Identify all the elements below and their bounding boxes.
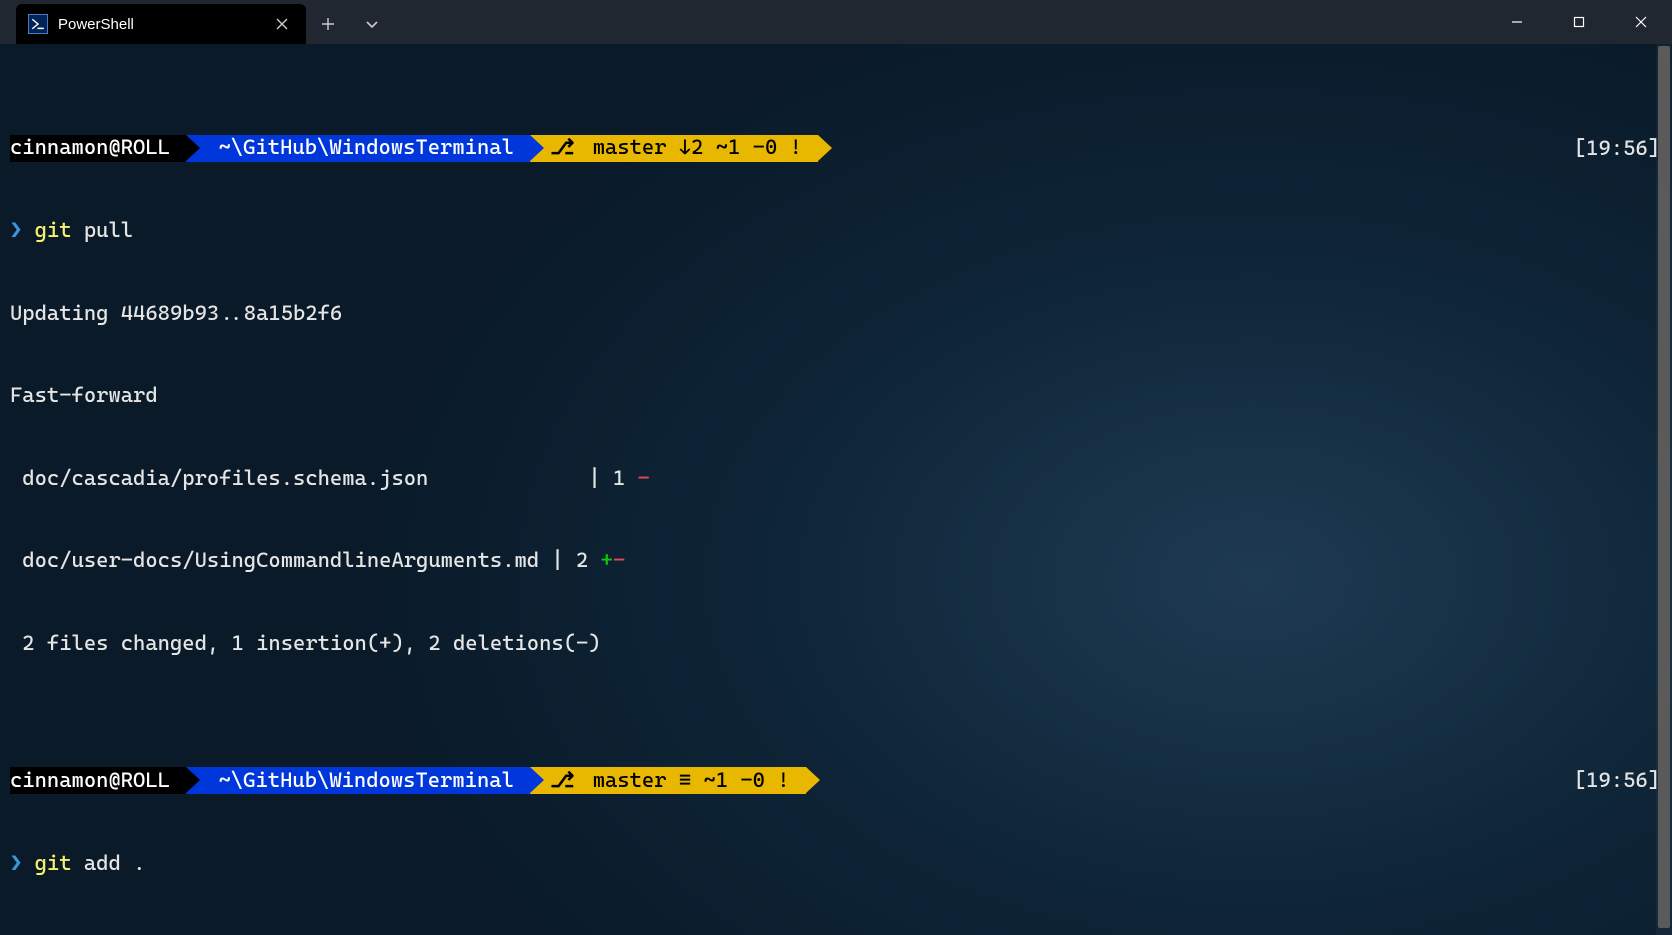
terminal-viewport[interactable]: cinnamon@ROLL ~\GitHub\WindowsTerminal ⎇…: [0, 44, 1672, 935]
new-tab-button[interactable]: [306, 4, 350, 44]
prompt-line: cinnamon@ROLL ~\GitHub\WindowsTerminal ⎇…: [10, 767, 1662, 795]
scrollbar-track[interactable]: [1656, 44, 1672, 935]
prompt-line: cinnamon@ROLL ~\GitHub\WindowsTerminal ⎇…: [10, 135, 1662, 163]
output-line: doc/user-docs/UsingCommandlineArguments.…: [10, 547, 1662, 575]
prompt-user-segment: cinnamon@ROLL: [10, 767, 186, 794]
powershell-icon: [28, 14, 48, 34]
git-branch-icon: ⎇: [550, 767, 574, 795]
prompt-git-segment: ⎇ master ↓2 ~1 -0 !: [530, 135, 818, 162]
prompt-user-segment: cinnamon@ROLL: [10, 135, 186, 162]
timestamp: [19:56]: [1574, 767, 1660, 795]
tab-close-button[interactable]: [272, 14, 292, 34]
prompt-caret-icon: ❯: [10, 850, 22, 878]
caption-controls: [1486, 0, 1672, 44]
powerline-arrow-icon: [806, 767, 820, 793]
output-line: 2 files changed, 1 insertion(+), 2 delet…: [10, 630, 1662, 658]
prompt-path-segment: ~\GitHub\WindowsTerminal: [186, 135, 530, 162]
output-line: Fast-forward: [10, 382, 1662, 410]
tab-powershell[interactable]: PowerShell: [16, 4, 306, 44]
output-line: doc/cascadia/profiles.schema.json | 1 -: [10, 465, 1662, 493]
close-window-button[interactable]: [1610, 0, 1672, 44]
prompt-path-segment: ~\GitHub\WindowsTerminal: [186, 767, 530, 794]
prompt-caret-icon: ❯: [10, 217, 22, 245]
maximize-button[interactable]: [1548, 0, 1610, 44]
git-branch-icon: ⎇: [550, 134, 574, 162]
timestamp: [19:56]: [1574, 135, 1660, 163]
powerline-arrow-icon: [818, 135, 832, 161]
minimize-button[interactable]: [1486, 0, 1548, 44]
output-line: Updating 44689b93..8a15b2f6: [10, 300, 1662, 328]
tab-title: PowerShell: [58, 16, 262, 33]
titlebar: PowerShell: [0, 0, 1672, 44]
command-line: ❯ git add .: [10, 850, 1662, 878]
command-line: ❯ git pull: [10, 217, 1662, 245]
prompt-git-segment: ⎇ master ≡ ~1 -0 !: [530, 767, 806, 794]
tab-dropdown-button[interactable]: [350, 4, 394, 44]
scrollbar-thumb[interactable]: [1658, 46, 1670, 928]
